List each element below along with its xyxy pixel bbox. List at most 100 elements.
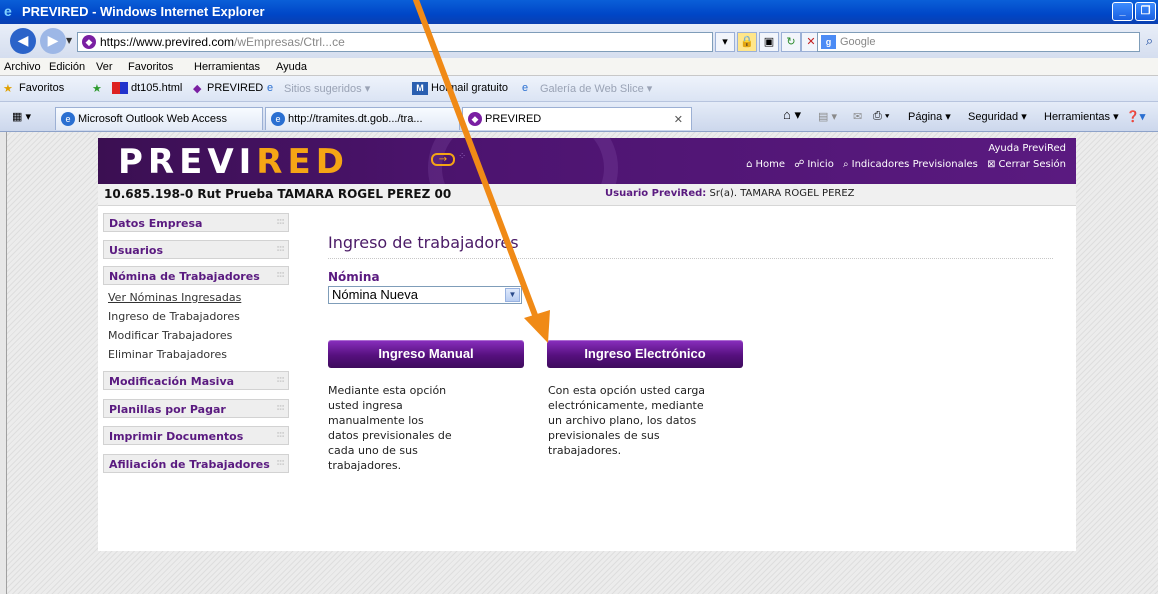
ingreso-electronico-button[interactable]: Ingreso Electrónico: [547, 340, 743, 368]
header-decoration: [428, 138, 618, 184]
print-icon[interactable]: ⎙ ▾: [873, 110, 889, 123]
site-favicon-icon: ◆: [82, 35, 96, 49]
sidebar-item-modificacion-masiva[interactable]: Modificación Masiva:::: [103, 371, 289, 390]
previred-tab-icon: ◆: [468, 112, 482, 126]
maximize-button[interactable]: ❐: [1135, 2, 1156, 21]
nav-indicadores[interactable]: Indicadores Previsionales: [852, 159, 978, 170]
grip-icon: :::: [276, 375, 285, 385]
manual-description: Mediante esta opción usted ingresa manua…: [328, 384, 452, 472]
nomina-label: Nómina: [328, 270, 380, 284]
favorites-button[interactable]: Favoritos: [19, 82, 64, 94]
refresh-icon[interactable]: ↻: [781, 32, 801, 52]
help-link[interactable]: Ayuda PreviRed: [988, 143, 1066, 154]
feeds-icon[interactable]: ▤ ▾: [818, 110, 837, 123]
sidebar-link-ingreso[interactable]: Ingreso de Trabajadores: [108, 310, 240, 323]
sidebar-link-modificar[interactable]: Modificar Trabajadores: [108, 329, 232, 342]
tab-previred[interactable]: ◆ PREVIRED ✕: [462, 107, 692, 130]
menu-favoritos[interactable]: Favoritos: [128, 61, 173, 73]
sidebar-item-planillas[interactable]: Planillas por Pagar:::: [103, 399, 289, 418]
tab-outlook[interactable]: e Microsoft Outlook Web Access: [55, 107, 263, 130]
menu-ver[interactable]: Ver: [96, 61, 113, 73]
logo-arrow-icon: →: [431, 153, 455, 166]
hotmail-icon: M: [412, 82, 428, 95]
sidebar-item-label: Planillas por Pagar: [109, 403, 226, 416]
logo-part-previ: PREVI: [118, 142, 257, 182]
ie-icon: e: [4, 3, 12, 19]
url-path: /wEmpresas/Ctrl...ce: [234, 35, 345, 49]
compatibility-icon[interactable]: ▣: [759, 32, 779, 52]
favorites-star-icon: ★: [3, 83, 13, 95]
web-slice-icon: e: [522, 82, 529, 94]
grip-icon: :::: [276, 403, 285, 413]
page-menu[interactable]: Página ▾: [908, 110, 951, 123]
sidebar-item-label: Usuarios: [109, 244, 164, 257]
nomina-select[interactable]: Nómina Nueva ▼: [328, 286, 522, 304]
menu-archivo[interactable]: Archivo: [4, 61, 41, 73]
chevron-down-icon[interactable]: ▼: [505, 288, 520, 302]
site-header: PREVIRED → ⁘ Ayuda PreviRed ⌂ Home ☍ Inici…: [98, 138, 1076, 184]
security-menu[interactable]: Seguridad ▾: [968, 110, 1027, 123]
sidebar-item-nomina[interactable]: Nómina de Trabajadores:::: [103, 266, 289, 285]
search-nav-icon: ⌕: [843, 159, 849, 170]
tab-label: http://tramites.dt.gob.../tra...: [288, 113, 423, 125]
sidebar-link-ver-nominas[interactable]: Ver Nóminas Ingresadas: [108, 291, 241, 304]
fav-previred[interactable]: PREVIRED: [207, 82, 263, 94]
back-button[interactable]: ◀: [10, 28, 36, 54]
minimize-button[interactable]: _: [1112, 2, 1133, 21]
user-info: Usuario PreviRed: Sr(a). TAMARA ROGEL PE…: [605, 188, 855, 199]
grip-icon: :::: [276, 217, 285, 227]
logo-dots-icon: ⁘: [458, 151, 468, 162]
quick-tabs-icon[interactable]: ▦ ▾: [12, 110, 31, 123]
home-nav-icon: ⌂: [746, 159, 753, 170]
sidebar-item-datos-empresa[interactable]: Datos Empresa:::: [103, 213, 289, 232]
previred-logo[interactable]: PREVIRED: [118, 144, 349, 180]
page-frame-edge: [0, 132, 7, 594]
sidebar-item-label: Imprimir Documentos: [109, 430, 244, 443]
menu-ayuda[interactable]: Ayuda: [276, 61, 307, 73]
grip-icon: :::: [276, 244, 285, 254]
sidebar-item-label: Nómina de Trabajadores: [109, 270, 260, 283]
sidebar-item-afiliacion[interactable]: Afiliación de Trabajadores:::: [103, 454, 289, 473]
url-input[interactable]: ◆ https://www.previred.com/wEmpresas/Ctr…: [77, 32, 713, 52]
home-icon[interactable]: ⌂ ▾: [783, 107, 801, 123]
nav-cerrar-sesion[interactable]: Cerrar Sesión: [998, 159, 1066, 170]
sidebar-link-eliminar[interactable]: Eliminar Trabajadores: [108, 348, 227, 361]
fav-sitios-sugeridos[interactable]: Sitios sugeridos ▾: [284, 82, 370, 95]
tab-label: Microsoft Outlook Web Access: [78, 113, 227, 125]
address-toolbar: ◀ ▶ ▼ ◆ https://www.previred.com/wEmpres…: [0, 24, 1158, 58]
fav-dt105[interactable]: dt105.html: [131, 82, 182, 94]
ie-tab-icon: e: [61, 112, 75, 126]
ingreso-manual-button[interactable]: Ingreso Manual: [328, 340, 524, 368]
tab-tramites[interactable]: e http://tramites.dt.gob.../tra...: [265, 107, 460, 130]
menu-herramientas[interactable]: Herramientas: [194, 61, 260, 73]
top-navigation: ⌂ Home ☍ Inicio ⌕ Indicadores Previsionales…: [740, 159, 1066, 170]
sidebar-item-usuarios[interactable]: Usuarios:::: [103, 240, 289, 259]
help-icon[interactable]: ❓▾: [1126, 110, 1145, 123]
nav-home[interactable]: Home: [756, 159, 786, 170]
nomina-select-value: Nómina Nueva: [332, 287, 418, 302]
lock-icon[interactable]: 🔒: [737, 32, 757, 52]
search-input[interactable]: g Google: [817, 32, 1140, 52]
history-dropdown-icon[interactable]: ▼: [66, 36, 72, 45]
ie-page-icon: e: [267, 82, 274, 94]
url-dropdown-icon[interactable]: ▾: [715, 32, 735, 52]
search-icon[interactable]: ⌕: [1141, 32, 1158, 52]
menu-edicion[interactable]: Edición: [49, 61, 85, 73]
fav-web-slice[interactable]: Galería de Web Slice ▾: [540, 82, 652, 95]
search-placeholder: Google: [840, 36, 876, 48]
electronic-description: Con esta opción usted carga electrónicam…: [548, 384, 706, 457]
fav-hotmail[interactable]: Hotmail gratuito: [431, 82, 508, 94]
nav-inicio[interactable]: Inicio: [807, 159, 833, 170]
google-icon: g: [821, 35, 836, 49]
page-title: Ingreso de trabajadores: [328, 233, 519, 252]
forward-button[interactable]: ▶: [40, 28, 66, 54]
sidebar-item-label: Afiliación de Trabajadores: [109, 458, 270, 471]
mail-icon[interactable]: ✉: [853, 110, 862, 123]
tab-label: PREVIRED: [485, 113, 542, 125]
sidebar-item-imprimir[interactable]: Imprimir Documentos:::: [103, 426, 289, 445]
add-favorite-icon[interactable]: ★: [92, 82, 102, 95]
close-tab-icon[interactable]: ✕: [674, 113, 683, 126]
grip-icon: :::: [276, 270, 285, 280]
user-label: Usuario PreviRed:: [605, 188, 707, 199]
tools-menu[interactable]: Herramientas ▾: [1044, 110, 1119, 123]
